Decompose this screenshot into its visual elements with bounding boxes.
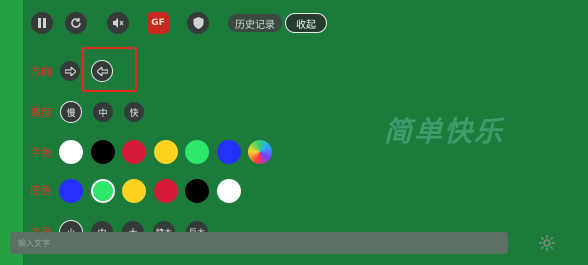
speaker-mute-icon — [113, 18, 124, 28]
text-color-swatch[interactable] — [90, 140, 115, 164]
history-label: 历史记录 — [235, 19, 275, 31]
shield-button[interactable] — [187, 12, 209, 34]
text-color-swatch[interactable] — [216, 140, 241, 164]
shield-icon — [193, 17, 203, 29]
speed-option-medium[interactable]: 中 — [93, 102, 113, 122]
mute-button[interactable] — [107, 12, 129, 34]
text-color-swatch[interactable] — [185, 140, 209, 164]
arrow-right-icon — [64, 66, 76, 76]
speed-label: 速度 — [30, 106, 52, 119]
gear-icon — [539, 235, 555, 251]
marquee-settings-screen: GF 历史记录 收起 方向 速度 慢 中 快 简单快乐 字色 底色 字号 小 中… — [0, 0, 588, 265]
settings-button[interactable] — [537, 233, 557, 253]
gf-button[interactable]: GF — [147, 12, 169, 34]
bg-color-label: 底色 — [30, 184, 52, 197]
speed-option-label: 中 — [98, 108, 108, 119]
refresh-icon — [71, 18, 81, 28]
collapse-button[interactable]: 收起 — [285, 13, 327, 33]
text-color-swatch[interactable] — [248, 140, 272, 164]
watermark-text: 简单快乐 — [384, 115, 505, 148]
refresh-button[interactable] — [65, 12, 87, 34]
selection-highlight-box — [82, 47, 137, 92]
text-color-label: 字色 — [30, 146, 52, 159]
bg-color-swatch[interactable] — [185, 179, 209, 203]
gf-label: GF — [151, 18, 165, 28]
text-color-swatch[interactable] — [153, 140, 178, 164]
speed-option-slow[interactable]: 慢 — [60, 101, 82, 123]
bg-color-swatch[interactable] — [216, 179, 241, 203]
text-input-bar — [10, 232, 508, 254]
text-color-swatch[interactable] — [59, 140, 83, 164]
text-color-swatch[interactable] — [122, 140, 146, 164]
direction-right-button[interactable] — [60, 61, 80, 81]
left-edge-bar — [0, 0, 23, 265]
speed-option-fast[interactable]: 快 — [124, 102, 144, 122]
bg-color-swatch[interactable] — [122, 179, 146, 203]
speed-option-label: 慢 — [66, 108, 76, 119]
bg-color-swatch[interactable] — [90, 179, 115, 203]
pause-button[interactable] — [31, 12, 53, 34]
marquee-text-input[interactable] — [10, 232, 508, 254]
speed-option-label: 快 — [129, 108, 139, 119]
collapse-label: 收起 — [296, 19, 316, 31]
pause-icon — [38, 18, 46, 28]
history-button[interactable]: 历史记录 — [228, 14, 282, 32]
bg-color-swatch[interactable] — [59, 179, 83, 203]
direction-label: 方向 — [30, 65, 52, 78]
bg-color-swatch[interactable] — [153, 179, 178, 203]
